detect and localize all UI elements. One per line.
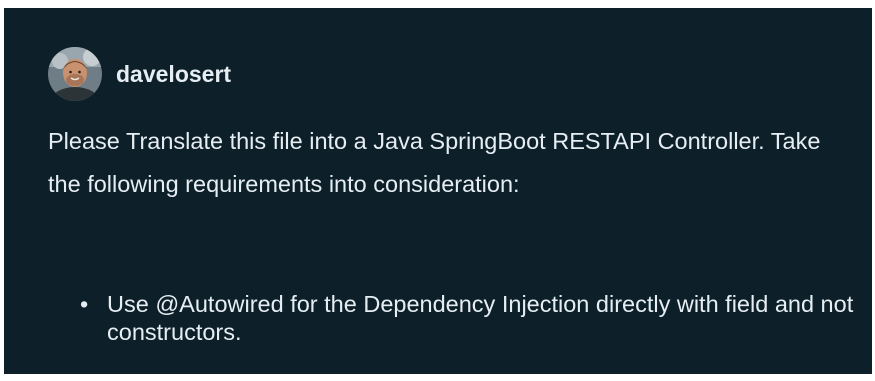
list-item: • Use @Autowired for the Dependency Inje… <box>80 290 860 346</box>
requirements-list: • Use @Autowired for the Dependency Inje… <box>80 290 860 346</box>
comment-card: davelosert Please Translate this file in… <box>4 8 872 374</box>
user-avatar-icon[interactable] <box>48 47 102 101</box>
bullet-icon: • <box>80 291 89 317</box>
message-body: Please Translate this file into a Java S… <box>48 128 821 197</box>
requirement-text: Use @Autowired for the Dependency Inject… <box>107 291 854 345</box>
username[interactable]: davelosert <box>116 61 231 88</box>
comment-author: davelosert <box>48 46 231 102</box>
